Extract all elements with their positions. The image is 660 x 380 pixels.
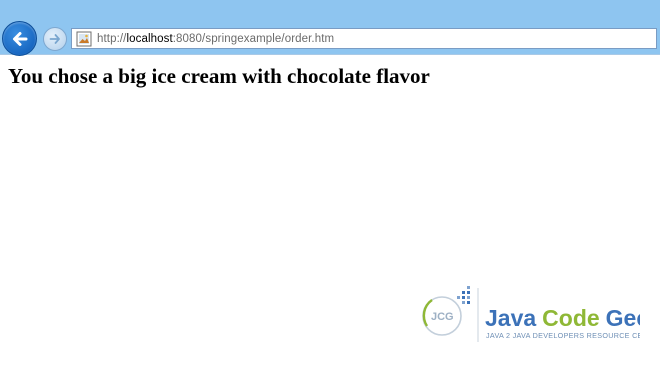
forward-button[interactable] — [43, 27, 67, 51]
jcg-logo-emblem: JCG — [422, 286, 470, 336]
address-bar[interactable]: http://localhost:8080/springexample/orde… — [71, 28, 657, 49]
page-heading: You chose a big ice cream with chocolate… — [8, 64, 430, 88]
brand-geeks: Geeks — [606, 305, 640, 331]
browser-window: http://localhost:8080/springexample/orde… — [0, 0, 660, 380]
back-button[interactable] — [2, 21, 37, 56]
address-url[interactable]: http://localhost:8080/springexample/orde… — [97, 33, 334, 45]
brand-wordmark: JavaCodeGeeks — [485, 305, 640, 331]
browser-navigation-bar: http://localhost:8080/springexample/orde… — [0, 0, 660, 56]
url-host: localhost — [126, 32, 173, 45]
page-favicon-icon — [76, 31, 92, 46]
forward-arrow-icon — [49, 34, 60, 44]
brand-code: Code — [542, 305, 600, 331]
url-path: :8080/springexample/order.htm — [172, 32, 335, 45]
jcg-monogram: JCG — [431, 311, 454, 323]
java-code-geeks-watermark: JCG JavaCodeGeeks JAVA 2 JAVA DEVELOPERS… — [422, 286, 640, 342]
brand-tagline: JAVA 2 JAVA DEVELOPERS RESOURCE CENTER — [486, 331, 640, 340]
url-prefix: http:// — [97, 32, 127, 45]
page-content: You chose a big ice cream with chocolate… — [0, 55, 660, 380]
back-arrow-icon — [12, 31, 27, 46]
brand-java: Java — [485, 305, 536, 331]
